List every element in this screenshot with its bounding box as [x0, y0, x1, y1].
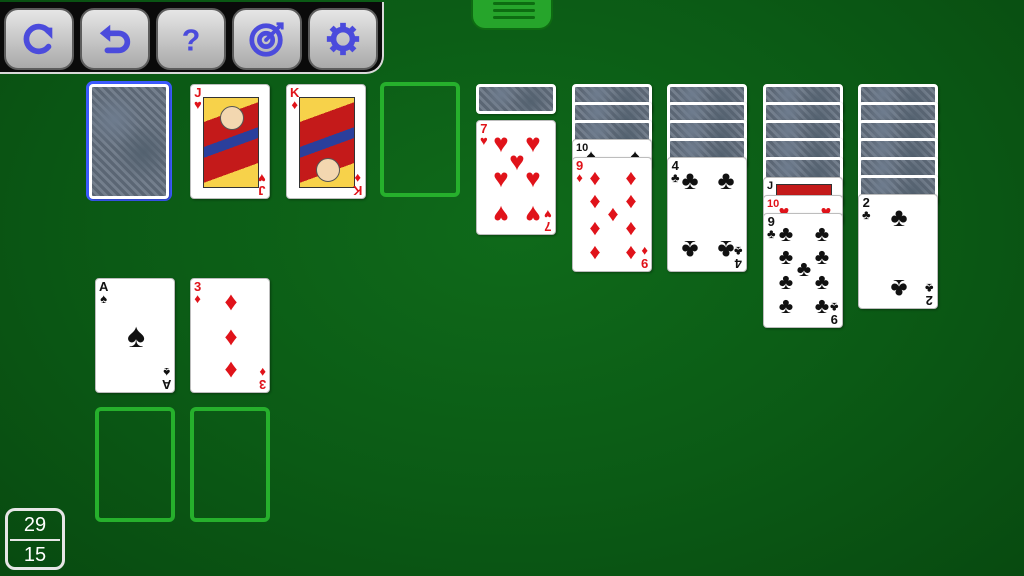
pip: ♥ [525, 200, 541, 230]
pip: ♣ [796, 256, 812, 281]
card-corner: J ♥ [194, 85, 202, 112]
pip: ♦ [625, 188, 637, 213]
card-corner: 4 ♣ [671, 158, 680, 185]
stock-pile[interactable] [89, 84, 169, 199]
card-corner: J ♥ [258, 171, 266, 198]
svg-text:?: ? [182, 23, 201, 57]
tableau-card-4-clubs[interactable]: 4 ♣ ♣ ♣ ♣ ♣ 4 ♣ [667, 157, 747, 272]
counter-bottom-value: 15 [23, 544, 47, 566]
pip: ♣ [814, 269, 830, 294]
card-corner: 3 ♦ [194, 279, 202, 306]
pip: ♣ [890, 274, 908, 304]
card-corner: J [767, 180, 774, 192]
card-corner: A ♠ [99, 279, 109, 306]
card-corner: 4 ♣ [734, 244, 743, 271]
pip: ♣ [778, 269, 794, 294]
foundation-3-diamonds[interactable]: 3 ♦ ♦ ♦ ♦ 3 ♦ [190, 278, 270, 393]
help-button[interactable]: ? [156, 8, 226, 70]
pip: ♣ [681, 235, 699, 265]
card-corner: 3 ♦ [258, 365, 266, 392]
undo-icon [99, 24, 131, 54]
pip: ♥ [525, 163, 541, 193]
new-game-button[interactable] [4, 8, 74, 70]
gear-icon [326, 22, 360, 56]
score-counter: 29 15 [5, 508, 65, 570]
target-icon [249, 22, 284, 57]
toolbar: ? [0, 2, 384, 74]
card-corner: 9 ♣ [767, 214, 776, 241]
tableau-card-9-clubs[interactable]: 9 ♣ ♣ ♣ ♣ ♣ ♣ ♣ ♣ ♣ ♣ 9 ♣ [763, 213, 843, 328]
foundation-ace-spades[interactable]: A ♠ ♠ A ♠ [95, 278, 175, 393]
card-corner: 9 ♣ [830, 300, 839, 327]
card-corner: 2 ♣ [925, 281, 934, 308]
card-corner: 9 ♦ [640, 244, 648, 271]
hint-button[interactable] [232, 8, 302, 70]
settings-button[interactable] [308, 8, 378, 70]
pip: ♦ [607, 201, 619, 226]
pip: ♦ [625, 215, 637, 240]
menu-handle[interactable] [471, 0, 553, 30]
pip: ♣ [717, 235, 735, 265]
empty-foundation-slot[interactable] [95, 407, 175, 522]
tableau-card-2-clubs[interactable]: 2 ♣ ♣ ♣ 2 ♣ [858, 194, 938, 309]
pip: ♣ [814, 244, 830, 269]
empty-foundation-slot[interactable] [190, 407, 270, 522]
pip: ♥ [509, 146, 525, 176]
card-corner: 9 ♦ [576, 158, 584, 185]
jack-face-art [203, 97, 259, 188]
pip: ♦ [224, 321, 238, 351]
card-corner: A ♠ [161, 365, 171, 392]
pip: ♣ [890, 202, 908, 232]
pip: ♠ [126, 317, 146, 355]
pip: ♥ [493, 128, 509, 158]
pip: ♣ [681, 165, 699, 195]
card-corner: K ♦ [290, 85, 300, 112]
tableau-card-7-hearts[interactable]: 7 ♥ ♥ ♥ ♥ ♥ ♥ ♥ ♥ 7 ♥ [476, 120, 556, 235]
question-icon: ? [182, 23, 201, 57]
pip: ♥ [525, 128, 541, 158]
refresh-icon [23, 23, 53, 55]
undo-button[interactable] [80, 8, 150, 70]
pip: ♦ [224, 356, 238, 386]
pip: ♣ [778, 244, 794, 269]
waste-card-king-diamonds[interactable]: K ♦ K ♦ [286, 84, 366, 199]
pip: ♥ [493, 200, 509, 230]
card-corner: 7 ♥ [544, 207, 552, 234]
pip: ♦ [625, 239, 637, 264]
pip: ♣ [814, 293, 830, 318]
card-corner: 2 ♣ [862, 195, 871, 222]
king-face-art [299, 97, 355, 188]
face-down-card [476, 84, 556, 114]
pip: ♦ [224, 286, 238, 316]
pip: ♦ [589, 215, 601, 240]
card-corner: K ♦ [352, 171, 362, 198]
pip: ♥ [493, 163, 509, 193]
card-corner: 10 [767, 198, 780, 210]
pip: ♦ [589, 239, 601, 264]
pip: ♣ [717, 165, 735, 195]
tableau-card-9-diamonds[interactable]: 9 ♦ ♦ ♦ ♦ ♦ ♦ ♦ ♦ ♦ ♦ 9 ♦ [572, 157, 652, 272]
empty-slot[interactable] [380, 82, 460, 197]
pip: ♣ [778, 293, 794, 318]
card-corner: 7 ♥ [480, 121, 488, 148]
counter-top-value: 29 [23, 514, 47, 536]
pip: ♦ [589, 188, 601, 213]
waste-card-jack-hearts[interactable]: J ♥ J ♥ [190, 84, 270, 199]
